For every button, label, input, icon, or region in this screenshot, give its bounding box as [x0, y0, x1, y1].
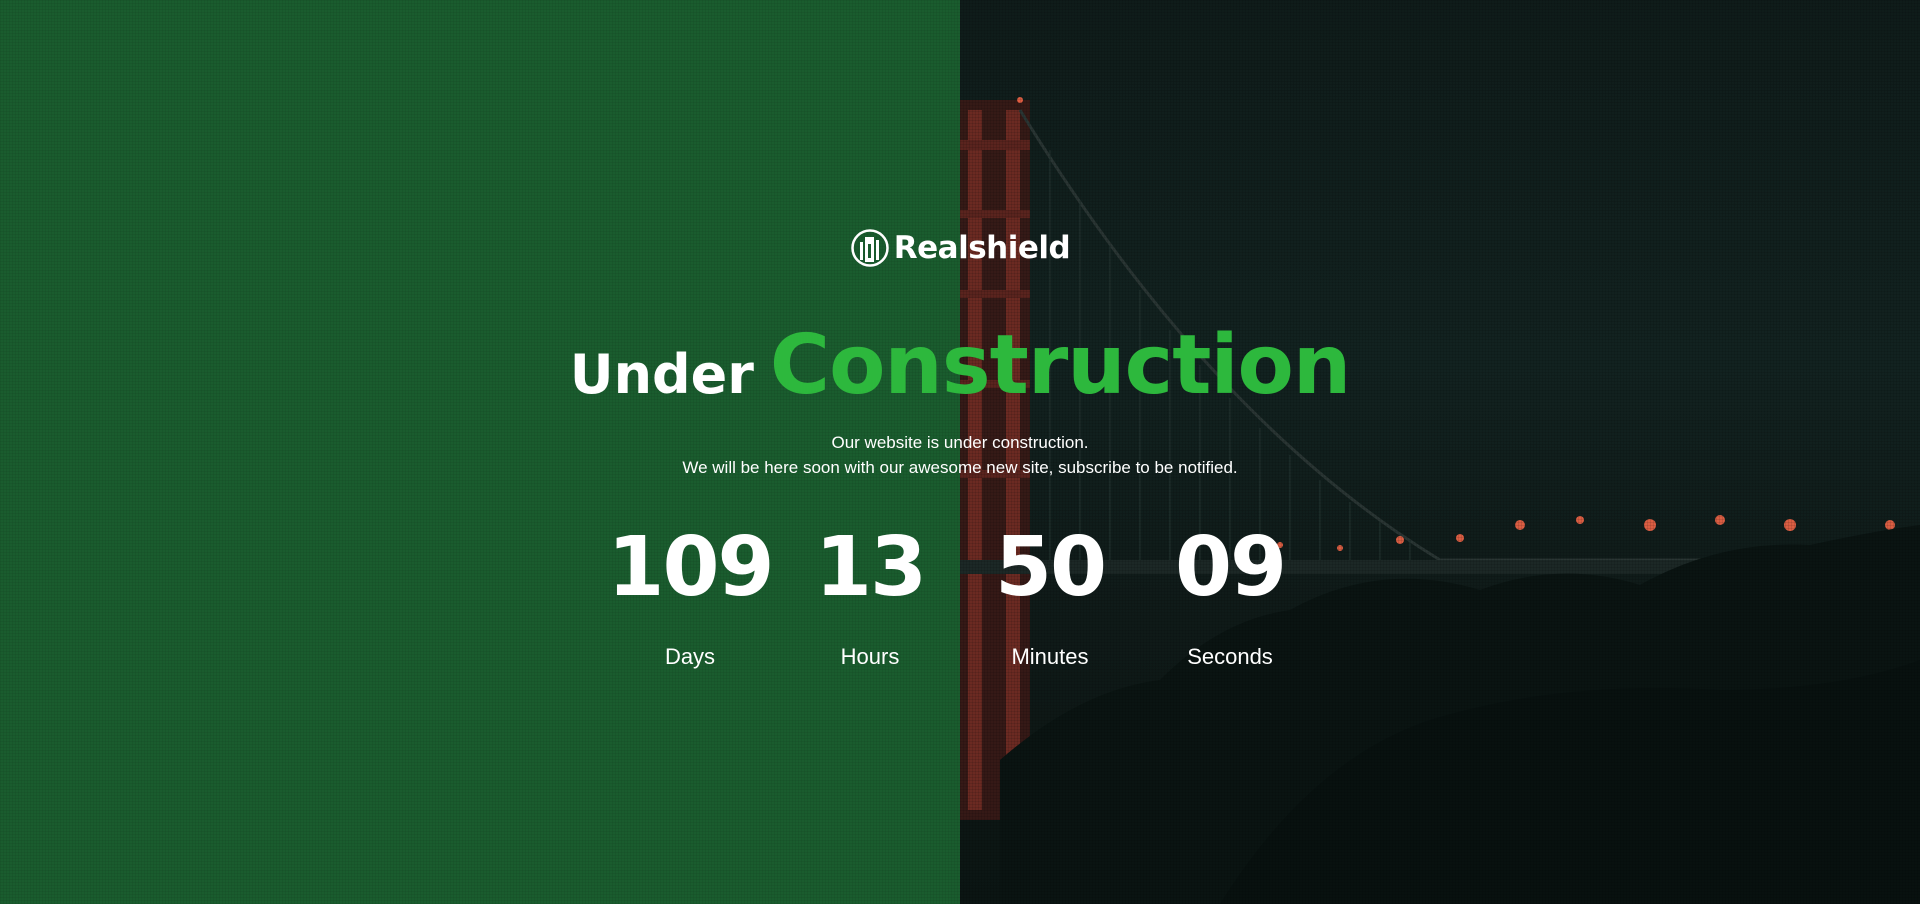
minutes-label: Minutes [1011, 644, 1089, 669]
page-heading: Under Construction [0, 318, 1920, 413]
days-value: 109 [607, 520, 774, 615]
countdown-seconds: 09 Seconds [1140, 520, 1320, 670]
heading-prefix: Under [569, 343, 754, 406]
under-construction-page: Realshield Under Construction Our websit… [0, 0, 1920, 904]
shield-tower-icon [851, 229, 889, 267]
construction-message: Our website is under construction. We wi… [0, 430, 1920, 480]
heading-highlight: Construction [769, 318, 1351, 413]
brand-name: Realshield [893, 230, 1071, 266]
message-line-1: Our website is under construction. [831, 433, 1089, 452]
minutes-value: 50 [994, 520, 1107, 615]
countdown-days: 109 Days [600, 520, 780, 670]
countdown-minutes: 50 Minutes [960, 520, 1140, 670]
seconds-value: 09 [1174, 520, 1287, 615]
seconds-label: Seconds [1187, 644, 1273, 669]
hours-value: 13 [814, 520, 927, 615]
message-line-2: We will be here soon with our awesome ne… [682, 458, 1238, 477]
main-content: Realshield Under Construction Our websit… [0, 0, 1920, 904]
countdown-hours: 13 Hours [780, 520, 960, 670]
hours-label: Hours [840, 644, 900, 669]
days-label: Days [664, 644, 716, 669]
countdown-timer: 109 Days 13 Hours 50 Minutes 09 Seconds [0, 520, 1920, 670]
brand-logo[interactable]: Realshield [0, 228, 1920, 268]
